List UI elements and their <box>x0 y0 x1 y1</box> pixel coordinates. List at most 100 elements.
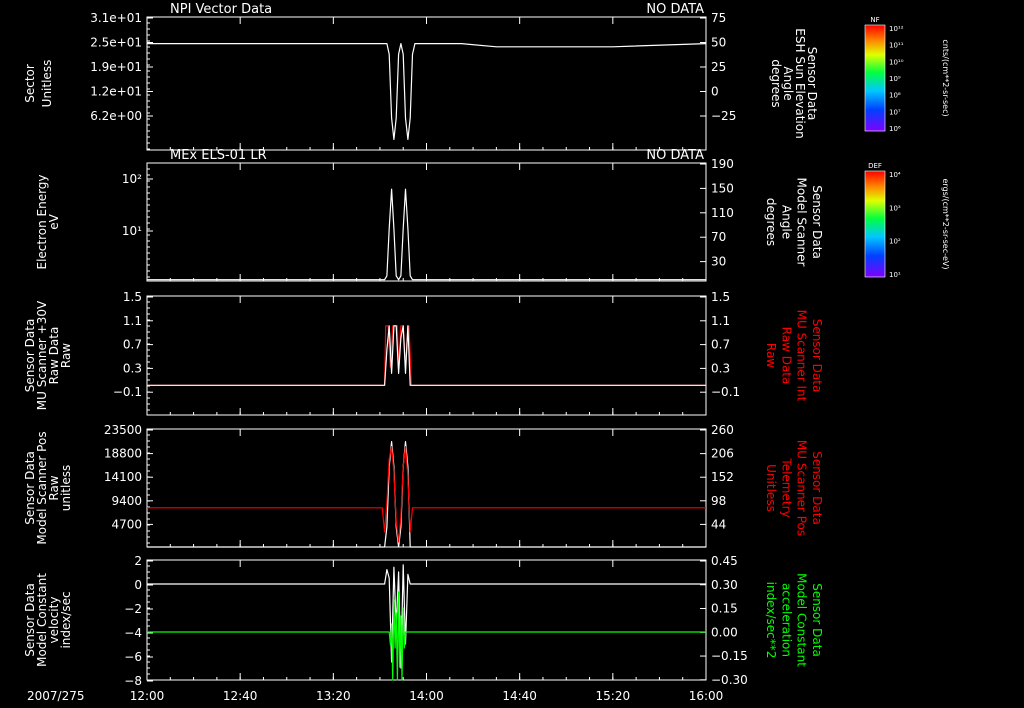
x-tick-label: 13:20 <box>316 689 351 703</box>
series-line-2 <box>147 591 706 681</box>
series-line-1 <box>147 325 706 386</box>
y2-tick-label: 0.3 <box>711 361 730 375</box>
series-line-1 <box>147 188 706 281</box>
y2-axis-label-line: MU Scanner Int <box>795 310 809 402</box>
y2-axis-label: Sensor DataESH Sun ElevationAngledegrees <box>769 28 819 138</box>
y2-axis-label-line: MU Scanner Pos <box>795 440 809 536</box>
y2-axis-label: Sensor DataModel ScannerAngledegrees <box>764 178 824 267</box>
colorbar-gradient <box>864 170 886 278</box>
colorbar-def: DEF 10⁴ 10³ 10² 10¹ ergs/(cm**2-sr-sec-eV) <box>864 162 950 279</box>
y2-tick-label: 152 <box>711 470 734 484</box>
multi-panel-time-series: NPI Vector Data NO DATA 3.1e+01 2.5e+01 1.9e… <box>23 2 950 703</box>
colorbar-nf: NF 10¹² 10¹¹ 10¹⁰ 10⁹ 10⁸ 10⁷ 10⁶ cnts/(cm**2-sr… <box>864 16 950 133</box>
panel-status: NO DATA <box>646 148 704 163</box>
panel-title: MEx ELS-01 LR <box>170 148 267 163</box>
y2-tick-label: 0 <box>711 85 719 99</box>
y-axis-label: Electron EnergyeV <box>35 174 61 269</box>
y2-axis-label-line: Angle <box>779 205 793 239</box>
y2-axis-label-line: Sensor Data <box>810 319 824 393</box>
panel-4: 23500 18800 14100 9400 4700 260 206 152 98 44 Sens… <box>23 423 824 548</box>
panel-1: NPI Vector Data NO DATA 3.1e+01 2.5e+01 1.9e… <box>23 2 819 151</box>
y2-tick-label: 110 <box>711 206 734 220</box>
y-tick-label: 2.5e+01 <box>90 36 142 50</box>
y2-tick-label: 44 <box>711 517 726 531</box>
series-line-2 <box>147 325 706 386</box>
y-tick-label: −6 <box>124 650 142 664</box>
y2-axis-label: Sensor DataMU Scanner PosTelemetryUnitle… <box>764 440 824 536</box>
colorbar-unit: ergs/(cm**2-sr-sec-eV) <box>941 178 950 269</box>
panel-frame <box>146 428 707 548</box>
y-tick-label: 10² <box>122 172 142 186</box>
colorbar-tick: 10⁶ <box>889 125 901 133</box>
y-tick-label: 9400 <box>111 494 142 508</box>
y2-tick-label: 206 <box>711 447 734 461</box>
y-tick-label: 10¹ <box>122 224 142 238</box>
y2-tick-label: 98 <box>711 494 726 508</box>
colorbar-tick: 10¹¹ <box>889 42 904 50</box>
x-tick-label: 16:00 <box>689 689 724 703</box>
x-tick-label: 12:00 <box>130 689 165 703</box>
y-tick-label: 0.7 <box>123 338 142 352</box>
y2-axis-label-line: degrees <box>769 59 783 107</box>
y2-tick-label: 0.45 <box>711 554 738 568</box>
y-tick-label: 1.1 <box>123 314 142 328</box>
y2-axis-label-line: Model Scanner <box>795 178 809 267</box>
y-axis-label-line: Raw <box>59 343 73 368</box>
y2-axis-label-line: degrees <box>764 198 778 246</box>
colorbar-tick: 10¹ <box>889 271 901 279</box>
colorbar-label: DEF <box>868 162 882 170</box>
y2-tick-label: 75 <box>711 11 726 25</box>
y-tick-label: 1.5 <box>123 290 142 304</box>
colorbar-tick: 10⁴ <box>889 171 901 179</box>
y2-tick-label: −0.1 <box>711 385 740 399</box>
y-tick-label: 1.2e+01 <box>90 85 142 99</box>
y2-tick-label: 150 <box>711 181 734 195</box>
y-tick-label: −2 <box>124 602 142 616</box>
colorbar-tick: 10² <box>889 238 901 246</box>
y-tick-label: −0.1 <box>113 385 142 399</box>
panel-5: 2 0 −2 −4 −6 −8 0.45 0.30 0.15 0.00 −0.15 −0.30 Sens… <box>23 554 824 688</box>
y-axis-label: Sector Unitless <box>23 60 54 108</box>
colorbar-tick: 10⁷ <box>889 108 901 116</box>
y-axis-label-line: index/sec <box>59 591 73 648</box>
colorbar-tick: 10³ <box>889 204 901 212</box>
colorbar-gradient <box>864 24 886 132</box>
y-tick-label: 0 <box>134 578 142 592</box>
colorbar-label: NF <box>870 16 879 24</box>
y2-axis-label: Sensor DataMU Scanner IntRaw DataRaw <box>764 310 824 402</box>
y-axis-label: Sensor DataModel Scanner PosRawunitless <box>23 431 73 544</box>
y-axis-label: Sensor DataMU Scanner +30VRaw DataRaw <box>23 300 73 410</box>
y2-tick-label: 50 <box>711 36 726 50</box>
y2-tick-label: 0.15 <box>711 602 738 616</box>
y2-tick-label: 0.00 <box>711 625 738 639</box>
panel-frame <box>146 162 707 282</box>
y-axis-label: Sensor DataModel Constantvelocityindex/s… <box>23 573 73 667</box>
y2-tick-label: 260 <box>711 423 734 437</box>
y2-axis-label-line: index/sec**2 <box>764 582 778 659</box>
y-axis-label-line: unitless <box>59 465 73 511</box>
y2-tick-label: 30 <box>711 255 726 269</box>
y-tick-label: −8 <box>124 674 142 688</box>
y2-axis-label-line: Sensor Data <box>810 451 824 525</box>
y2-axis-label-line: Unitless <box>764 464 778 512</box>
panel-status: NO DATA <box>646 2 704 17</box>
panel-frame <box>146 559 707 681</box>
y-tick-label: 2 <box>134 554 142 568</box>
y-tick-label: 23500 <box>104 423 142 437</box>
y2-axis-label-line: Sensor Data <box>810 583 824 657</box>
y2-tick-label: 1.5 <box>711 290 730 304</box>
y-tick-label: 6.2e+00 <box>90 109 142 123</box>
colorbar-tick: 10¹⁰ <box>889 58 904 66</box>
y2-tick-label: 25 <box>711 60 726 74</box>
series-line-1 <box>147 42 707 140</box>
y-axis-label-line: eV <box>47 213 61 229</box>
y2-axis-label-line: Telemetry <box>779 457 793 517</box>
y2-tick-label: 0.7 <box>711 338 730 352</box>
panel-3: 1.5 1.1 0.7 0.3 −0.1 1.5 1.1 0.7 0.3 −0.1 Sensor D… <box>23 290 824 416</box>
x-tick-label: 14:40 <box>502 689 537 703</box>
colorbar-tick: 10⁸ <box>889 92 901 100</box>
panel-frame <box>146 16 707 151</box>
y2-tick-label: 190 <box>711 157 734 171</box>
colorbar-tick: 10¹² <box>889 25 904 33</box>
panel-title: NPI Vector Data <box>170 2 272 17</box>
